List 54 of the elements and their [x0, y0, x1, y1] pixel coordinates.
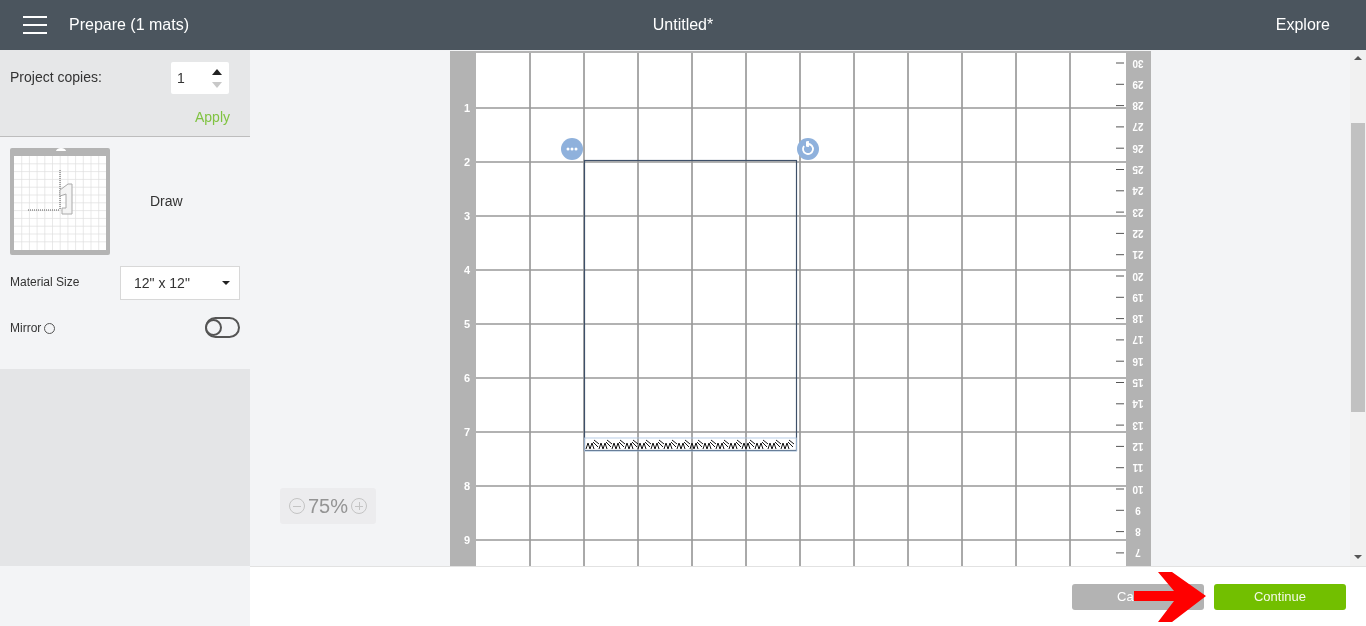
ruler-number: 6	[463, 372, 470, 384]
rotate-icon[interactable]	[796, 138, 819, 160]
caret-icon	[222, 281, 230, 285]
ruler-number: 19	[1131, 291, 1144, 303]
ruler-number: 9	[1134, 504, 1141, 516]
mirror-label: Mirror	[10, 321, 42, 335]
material-size-dropdown[interactable]: 12" x 12"	[120, 266, 240, 300]
ruler-number: 8	[463, 480, 470, 492]
mat-label: Draw	[150, 193, 183, 209]
ruler-number: 21	[1131, 249, 1144, 261]
ruler-number: 24	[1131, 185, 1144, 197]
down-arrow-icon[interactable]	[212, 81, 222, 88]
ruler-number: 8	[1134, 526, 1141, 538]
more-options-icon[interactable]	[560, 138, 583, 160]
ruler-number: 22	[1131, 227, 1144, 239]
zoom-level: 75%	[308, 494, 348, 518]
ruler-number: 5	[463, 318, 470, 330]
arrow-drawing	[1134, 572, 1206, 622]
ruler-number: 11	[1132, 462, 1143, 474]
ruler-number: 30	[1131, 57, 1144, 69]
ruler-number: 4	[463, 264, 470, 276]
ruler-number: 27	[1131, 121, 1144, 133]
ruler-number: 10	[1131, 483, 1144, 495]
ruler-number: 15	[1131, 377, 1144, 388]
ruler-number: 23	[1131, 206, 1144, 218]
up-arrow-icon[interactable]	[212, 68, 222, 75]
explore-link[interactable]: Explore	[1275, 16, 1330, 34]
ruler-number: 9	[463, 534, 470, 546]
ruler-number: 17	[1131, 334, 1144, 346]
mat-preview-drawing[interactable]	[10, 148, 110, 255]
ruler-number: 16	[1131, 355, 1144, 367]
copies-label: Project copies:	[10, 69, 102, 85]
ruler-number: 26	[1131, 142, 1144, 154]
border-pattern-drawing[interactable]	[583, 437, 797, 452]
mirror-toggle[interactable]	[205, 317, 240, 338]
menu-icon[interactable]	[23, 16, 47, 34]
ruler-number: 20	[1131, 270, 1144, 282]
ruler-number: 13	[1131, 419, 1144, 431]
document-title: Untitled*	[652, 16, 714, 33]
page-title: Prepare (1 mats)	[69, 16, 190, 34]
ruler-number: 1	[463, 102, 470, 114]
ruler-number: 7	[1134, 547, 1141, 559]
ruler-number: 7	[463, 426, 470, 438]
ruler-number: 18	[1131, 313, 1144, 325]
ruler-number: 29	[1131, 78, 1144, 90]
scrollbar[interactable]	[1350, 50, 1366, 566]
copies-field[interactable]: 1	[171, 62, 229, 94]
ruler-number: 3	[463, 210, 470, 222]
ruler-number: 12	[1131, 440, 1144, 452]
ruler-number: 2	[463, 156, 470, 168]
ruler-number: 28	[1131, 100, 1144, 112]
material-size-label: Material Size	[10, 275, 80, 289]
ruler-number: 14	[1131, 398, 1144, 410]
ruler-number: 25	[1131, 164, 1144, 175]
